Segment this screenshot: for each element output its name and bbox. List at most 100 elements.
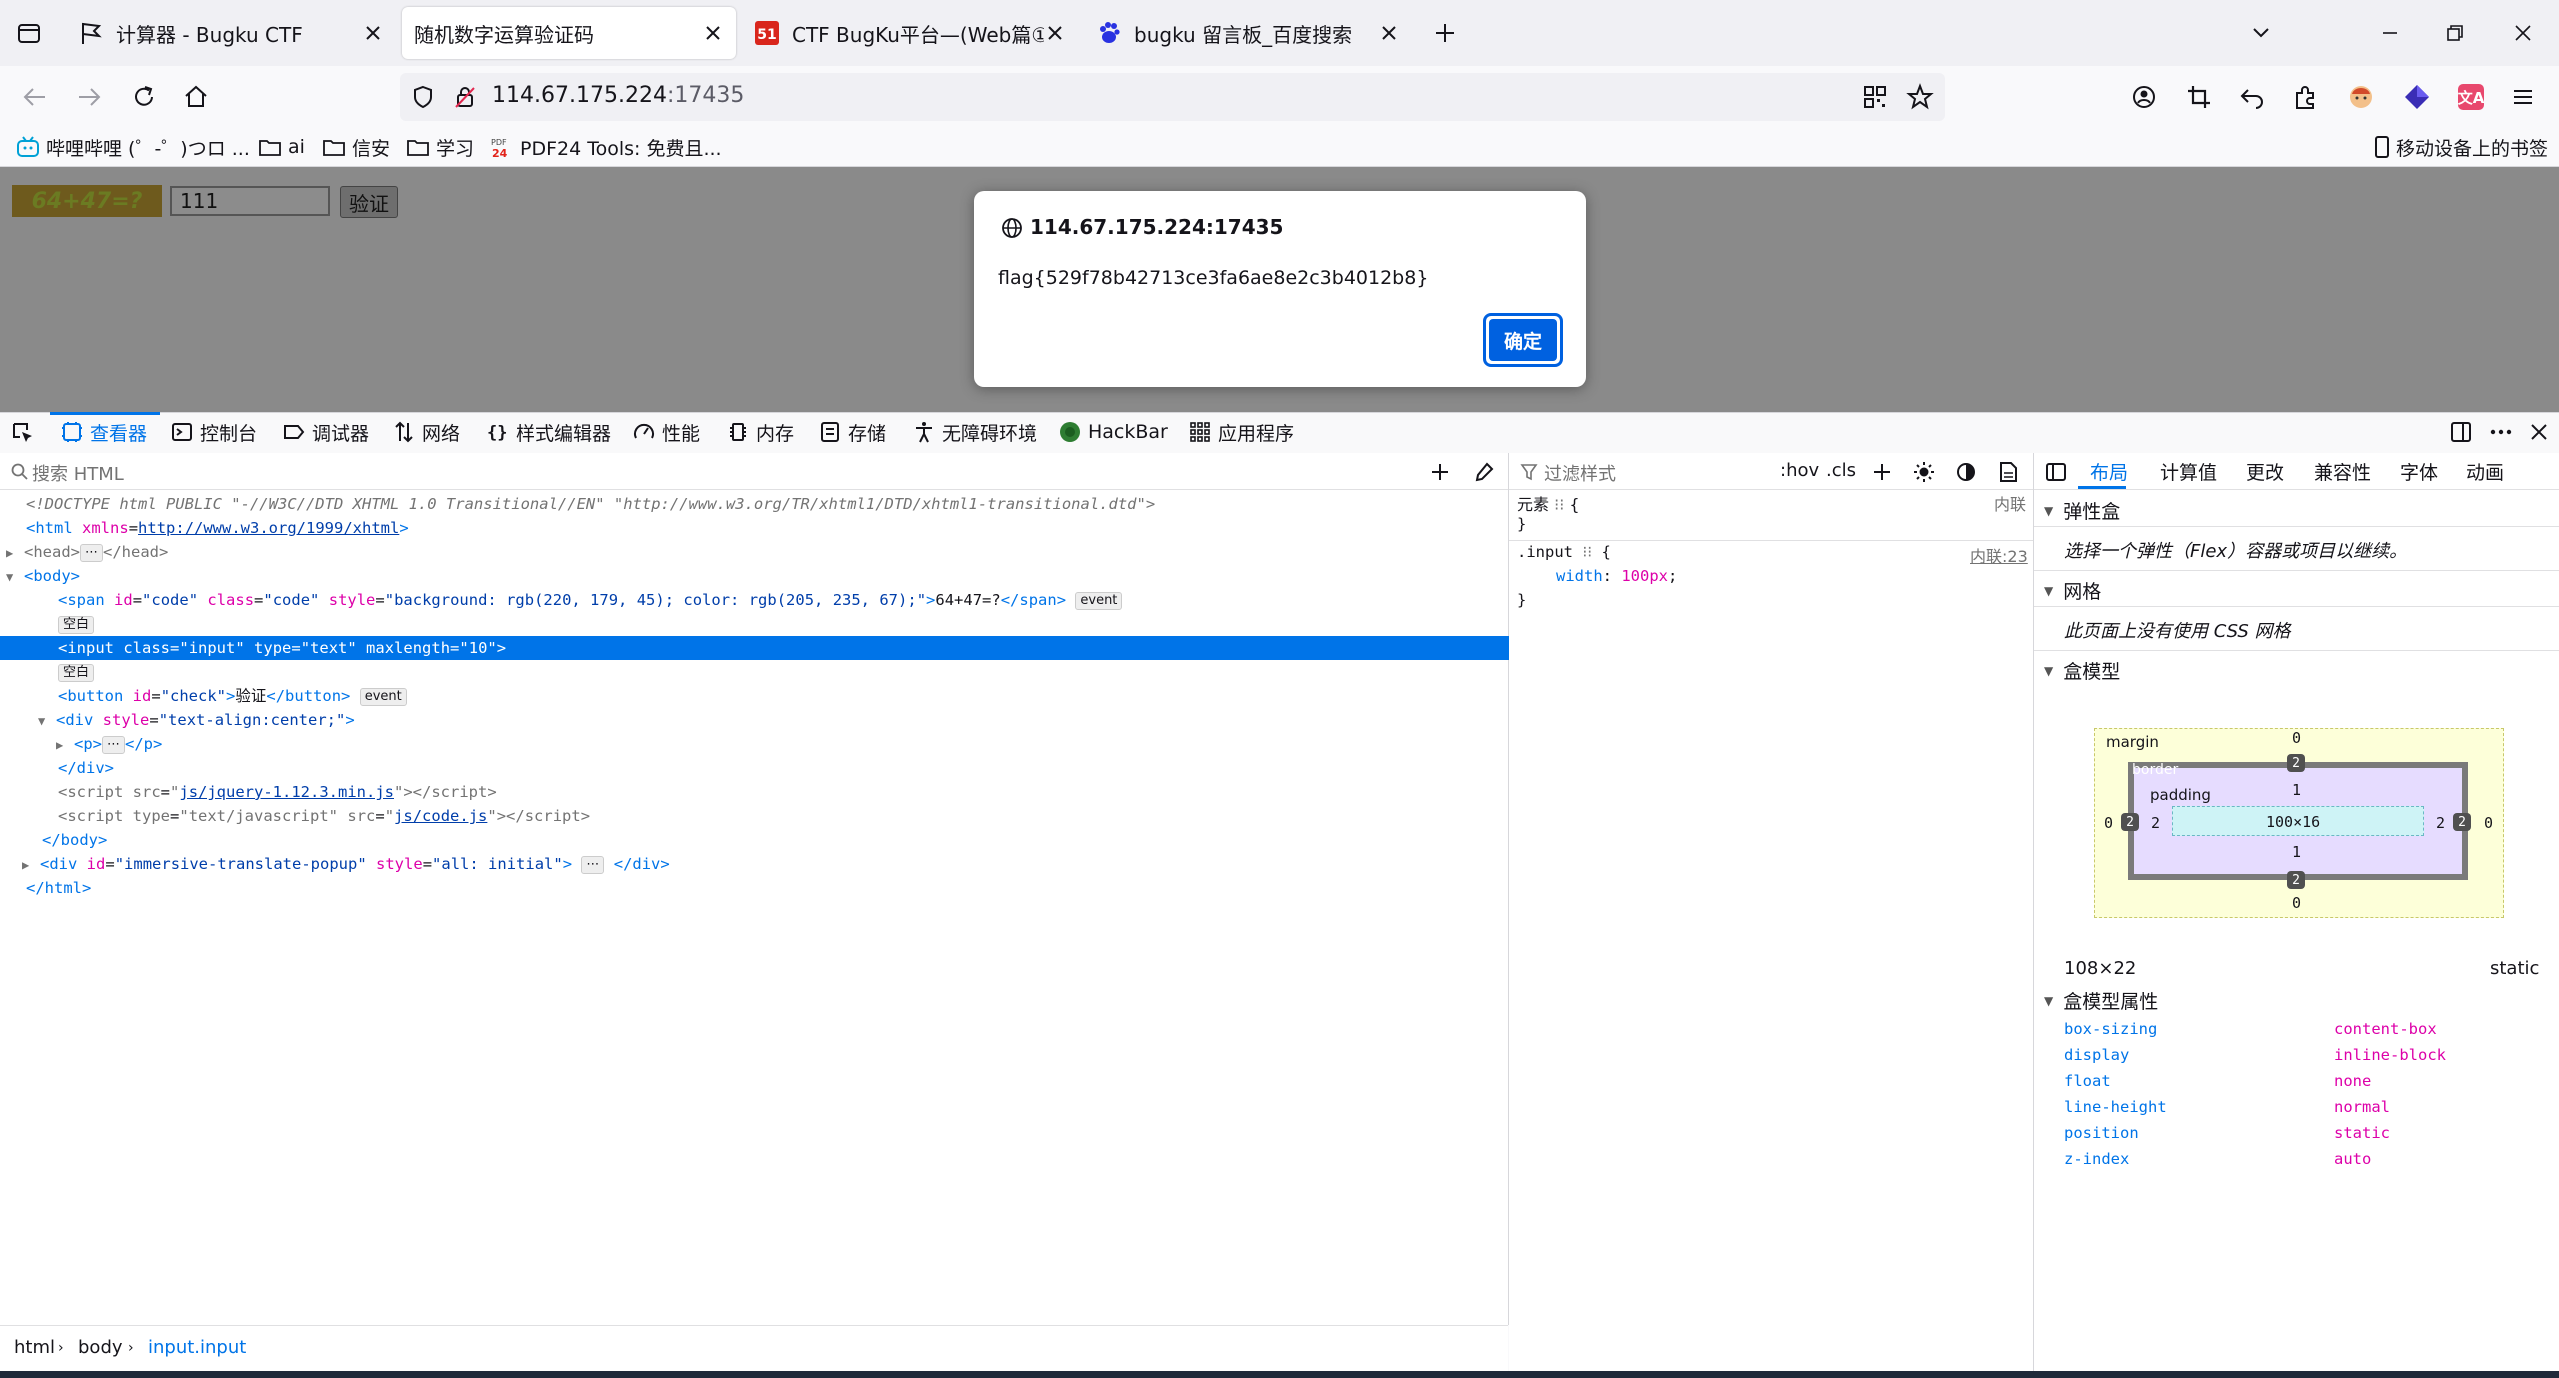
answer-input[interactable]: 111	[170, 186, 330, 216]
padding-bottom[interactable]: 1	[2292, 843, 2301, 861]
undo-arrow-icon[interactable]	[2238, 83, 2266, 111]
layout-tab-animations[interactable]: 动画	[2466, 453, 2504, 489]
back-arrow-icon[interactable]	[17, 79, 53, 115]
event-badge[interactable]: event	[359, 688, 407, 706]
tab-captcha[interactable]: 随机数字运算验证码	[402, 7, 736, 59]
breadcrumb-html[interactable]: html	[14, 1337, 55, 1358]
markup-div-close[interactable]: </div>	[0, 756, 1566, 780]
markup-input-selected[interactable]: <input class="input" type="text" maxleng…	[0, 636, 1566, 660]
padding-top[interactable]: 1	[2292, 781, 2301, 799]
devtools-tab-storage[interactable]: 存储	[818, 412, 886, 452]
insecure-lock-icon[interactable]	[452, 84, 478, 110]
extensions-puzzle-icon[interactable]	[2292, 83, 2320, 111]
cls-toggle[interactable]: .cls	[1826, 460, 1856, 481]
markup-script-jquery[interactable]: <script src="js/jquery-1.12.3.min.js"></…	[0, 780, 1566, 804]
minimize-icon[interactable]	[2375, 18, 2405, 48]
close-tab-icon[interactable]	[362, 22, 384, 44]
account-icon[interactable]	[2130, 83, 2158, 111]
tab-baidu-search[interactable]: bugku 留言板_百度搜索	[1084, 7, 1412, 59]
filter-styles-input[interactable]: 过滤样式	[1544, 460, 1616, 486]
forward-arrow-icon[interactable]	[71, 79, 107, 115]
devtools-tab-network[interactable]: 网络	[392, 412, 460, 452]
border-right[interactable]: 2	[2453, 813, 2471, 831]
input-rule-source[interactable]: 内联:23	[1970, 543, 2028, 567]
breadcrumb-body[interactable]: body	[78, 1337, 123, 1358]
tab-bugku-web[interactable]: 51 CTF BugKu平台—(Web篇①)	[742, 7, 1078, 59]
markup-body-open[interactable]: ▼ <body>	[0, 564, 1534, 588]
element-picker-icon[interactable]	[10, 420, 36, 446]
extension-gem-icon[interactable]	[2402, 82, 2432, 112]
screenshot-crop-icon[interactable]	[2185, 83, 2213, 111]
bookmark-mobile[interactable]: 移动设备上的书签	[2374, 132, 2548, 162]
markup-doctype[interactable]: <!DOCTYPE html PUBLIC "-//W3C//DTD XHTML…	[0, 492, 1534, 516]
grid-section-header[interactable]: ▼ 网格	[2044, 577, 2101, 604]
toggle-sidebar-icon[interactable]	[2044, 460, 2068, 484]
reload-icon[interactable]	[126, 79, 162, 115]
light-scheme-sun-icon[interactable]	[1912, 460, 1936, 484]
event-badge[interactable]: event	[1075, 592, 1123, 610]
dark-scheme-icon[interactable]	[1954, 460, 1978, 484]
layout-tab-computed[interactable]: 计算值	[2160, 453, 2217, 489]
border-top[interactable]: 2	[2287, 754, 2305, 772]
search-html-input[interactable]: 搜索 HTML	[32, 460, 124, 486]
box-properties-header[interactable]: ▼ 盒模型属性	[2044, 987, 2158, 1014]
markup-span-code[interactable]: <span id="code" class="code" style="back…	[0, 588, 1566, 612]
margin-top[interactable]: 0	[2292, 729, 2301, 747]
shield-icon[interactable]	[410, 84, 436, 110]
markup-script-code[interactable]: <script type="text/javascript" src="js/c…	[0, 804, 1566, 828]
bookmark-folder-ai[interactable]: ai	[258, 132, 305, 162]
devtools-tab-inspector[interactable]: 查看器	[60, 412, 147, 452]
add-node-plus-icon[interactable]	[1428, 460, 1452, 484]
flexbox-section-header[interactable]: ▼ 弹性盒	[2044, 497, 2120, 524]
url-text[interactable]: 114.67.175.224:17435	[492, 83, 744, 108]
close-tab-icon[interactable]	[1378, 22, 1400, 44]
markup-button-check[interactable]: <button id="check">验证</button> event	[0, 684, 1566, 708]
padding-right[interactable]: 2	[2436, 814, 2445, 832]
box-model-section-header[interactable]: ▼ 盒模型	[2044, 657, 2120, 684]
close-window-icon[interactable]	[2508, 18, 2538, 48]
qr-code-icon[interactable]	[1862, 84, 1888, 110]
chevron-down-icon[interactable]	[2246, 18, 2276, 48]
devtools-tab-memory[interactable]: 内存	[726, 412, 794, 452]
close-devtools-icon[interactable]	[2526, 419, 2552, 445]
markup-p-collapsed[interactable]: ▶ <p> ⋯ </p>	[0, 732, 1584, 756]
bookmark-folder-xinan[interactable]: 信安	[322, 132, 390, 162]
devtools-tab-style-editor[interactable]: {} 样式编辑器	[486, 412, 611, 452]
dock-side-icon[interactable]	[2448, 419, 2474, 445]
markup-html-close[interactable]: </html>	[0, 876, 1534, 900]
devtools-tab-debugger[interactable]: 调试器	[282, 412, 369, 452]
markup-html-open[interactable]: <html xmlns=http://www.w3.org/1999/xhtml…	[0, 516, 1534, 540]
eyedropper-icon[interactable]	[1472, 460, 1496, 484]
margin-left[interactable]: 0	[2104, 814, 2113, 832]
layout-tab-compatibility[interactable]: 兼容性	[2314, 453, 2371, 489]
devtools-tab-hackbar[interactable]: HackBar	[1058, 412, 1168, 452]
bookmark-star-icon[interactable]	[1906, 83, 1934, 111]
tab-calculator[interactable]: 计算器 - Bugku CTF	[66, 7, 396, 59]
add-rule-plus-icon[interactable]	[1870, 460, 1894, 484]
devtools-tab-performance[interactable]: 性能	[632, 412, 700, 452]
close-tab-icon[interactable]	[1044, 22, 1066, 44]
markup-body-close[interactable]: </body>	[0, 828, 1550, 852]
new-tab-plus-icon[interactable]	[1430, 18, 1460, 48]
input-rule-selector[interactable]: .input ⁝⁝ {	[1517, 543, 1611, 561]
padding-left[interactable]: 2	[2151, 814, 2160, 832]
bookmark-bilibili[interactable]: 哔哩哔哩 (゜-゜)つロ ...	[16, 132, 250, 162]
extension-avatar-icon[interactable]	[2346, 82, 2376, 112]
markup-div-open[interactable]: ▼ <div style="text-align:center;">	[0, 708, 1566, 732]
layout-tab-layout[interactable]: 布局	[2090, 453, 2128, 489]
layout-tab-fonts[interactable]: 字体	[2400, 453, 2438, 489]
input-rule-declaration[interactable]: width: 100px;	[1556, 567, 1677, 585]
bookmark-pdf24[interactable]: PDF 24 PDF24 Tools: 免费且...	[490, 132, 722, 162]
hamburger-menu-icon[interactable]	[2509, 83, 2537, 111]
content-size[interactable]: 100×16	[2266, 813, 2320, 831]
devtools-tab-console[interactable]: 控制台	[170, 412, 257, 452]
breadcrumb-input[interactable]: input.input	[148, 1337, 246, 1358]
home-icon[interactable]	[178, 79, 214, 115]
devtools-tab-application[interactable]: 应用程序	[1188, 412, 1294, 452]
dialog-ok-button[interactable]: 确定	[1483, 313, 1563, 367]
markup-div-popup[interactable]: ▶ <div id="immersive-translate-popup" sty…	[0, 852, 1550, 876]
tab-list-icon[interactable]	[14, 18, 44, 48]
devtools-tab-accessibility[interactable]: 无障碍环境	[912, 412, 1037, 452]
markup-head[interactable]: ▶ <head> ⋯ </head>	[0, 540, 1534, 564]
restore-icon[interactable]	[2440, 18, 2470, 48]
